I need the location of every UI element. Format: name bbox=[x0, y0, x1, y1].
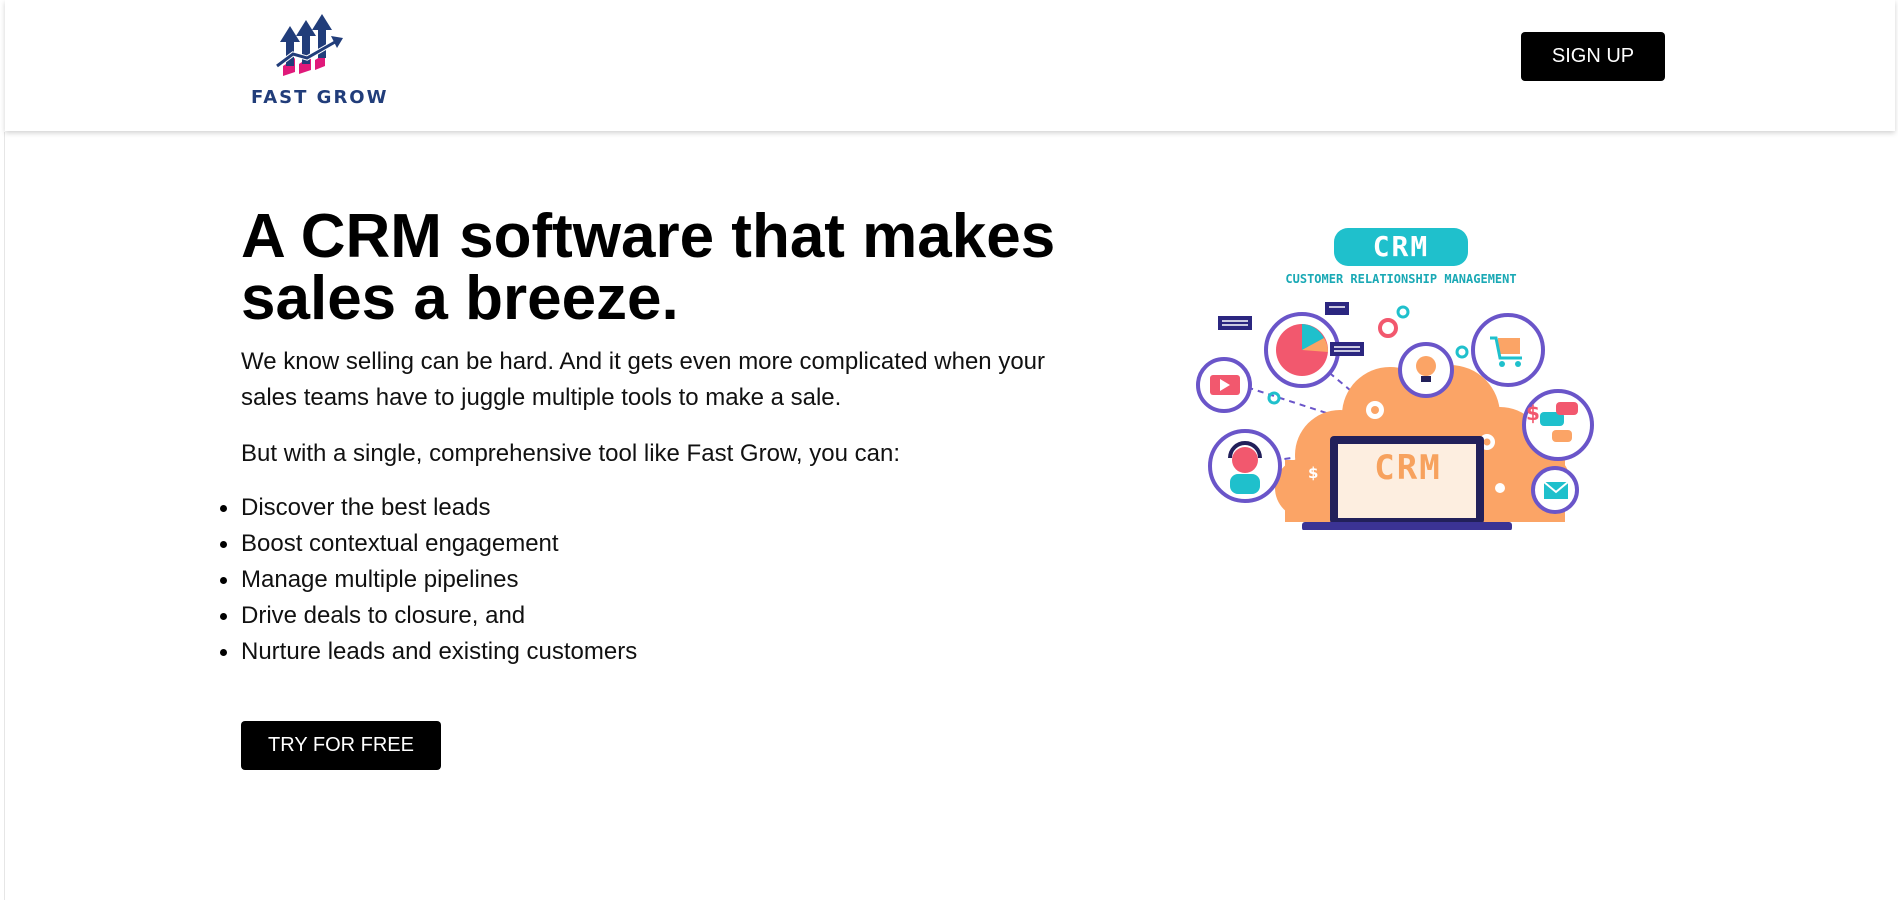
hero-title: A CRM software that makes sales a breeze… bbox=[241, 202, 1056, 333]
try-for-free-button[interactable]: TRY FOR FREE bbox=[241, 721, 441, 770]
bullet-icon bbox=[220, 577, 227, 584]
feature-text: Boost contextual engagement bbox=[241, 530, 559, 557]
signup-button[interactable]: SIGN UP bbox=[1521, 32, 1665, 81]
feature-list-item: Drive deals to closure, and bbox=[220, 598, 637, 634]
feature-list-item: Boost contextual engagement bbox=[220, 526, 637, 562]
svg-text:$: $ bbox=[1526, 401, 1540, 425]
crm-screen-label: CRM bbox=[1374, 448, 1442, 488]
brand-logo[interactable]: FAST GROW bbox=[247, 14, 387, 110]
feature-list-item: Manage multiple pipelines bbox=[220, 562, 637, 598]
bullet-icon bbox=[220, 541, 227, 548]
feature-list: Discover the best leads Boost contextual… bbox=[220, 490, 638, 670]
bullet-icon bbox=[220, 613, 227, 620]
crm-illustration: $ $ CRM CUSTOMER RELATIONSHIP MANAGEMENT… bbox=[1190, 220, 1630, 530]
feature-text: Drive deals to closure, and bbox=[241, 602, 526, 629]
feature-text: Manage multiple pipelines bbox=[241, 566, 519, 593]
svg-text:$: $ bbox=[1308, 464, 1318, 482]
feature-text: Discover the best leads bbox=[241, 494, 491, 521]
bullet-icon bbox=[220, 649, 227, 656]
landing-page: FAST GROW SIGN UP A CRM software that ma… bbox=[0, 0, 1898, 900]
feature-list-item: Nurture leads and existing customers bbox=[220, 634, 638, 670]
hero-paragraph-intro: We know selling can be hard. And it gets… bbox=[241, 348, 1045, 411]
growth-arrows-logo-icon bbox=[275, 14, 343, 76]
brand-name: FAST GROW bbox=[251, 87, 389, 108]
hero-paragraph-lead-in: But with a single, comprehensive tool li… bbox=[241, 440, 900, 467]
site-header: FAST GROW SIGN UP bbox=[5, 0, 1895, 131]
crm-badge: CRM bbox=[1334, 228, 1468, 266]
page-edge-line bbox=[4, 132, 5, 900]
feature-text: Nurture leads and existing customers bbox=[241, 638, 638, 665]
feature-list-item: Discover the best leads bbox=[220, 490, 637, 526]
bullet-icon bbox=[220, 505, 227, 512]
crm-subtitle: CUSTOMER RELATIONSHIP MANAGEMENT bbox=[1285, 272, 1517, 286]
